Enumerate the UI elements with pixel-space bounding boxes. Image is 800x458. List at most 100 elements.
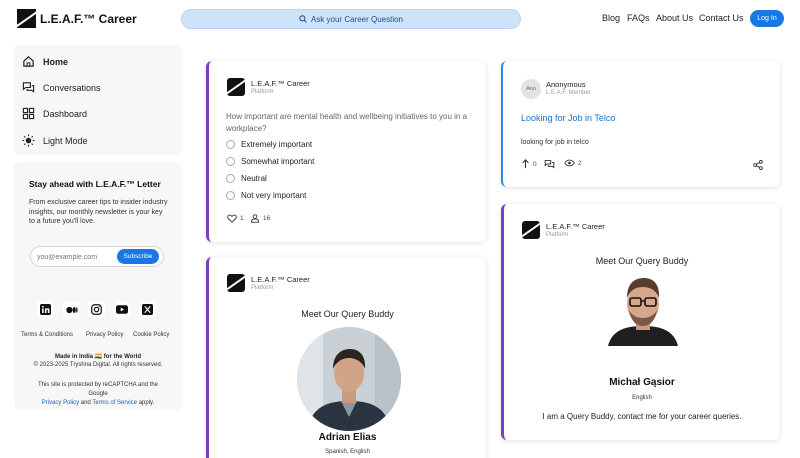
dashboard-icon — [22, 107, 35, 120]
buddy-photo — [297, 327, 401, 431]
chat-icon — [22, 82, 35, 93]
share-icon — [753, 160, 763, 170]
sidebar-item-label: Dashboard — [43, 108, 88, 119]
poll-card[interactable]: L.E.A.F.™ Career Platform How important … — [206, 61, 486, 242]
author-name[interactable]: L.E.A.F.™ Career — [546, 222, 605, 231]
terms-link[interactable]: Terms & Conditions — [21, 332, 73, 338]
nav-about-us[interactable]: About Us — [656, 13, 693, 23]
post-body: looking for job in telco — [521, 139, 589, 146]
recaptcha-privacy-link[interactable]: Privacy Policy — [42, 400, 79, 406]
sidebar-item-label: Light Mode — [43, 135, 88, 146]
linkedin-link[interactable] — [37, 301, 54, 318]
author-role: Platform — [546, 232, 569, 238]
voter-count: 16 — [263, 215, 271, 222]
poll-option[interactable]: Extremely important — [226, 140, 312, 149]
like-button[interactable]: 1 — [227, 214, 244, 223]
post-title[interactable]: Looking for Job in Telco — [521, 113, 615, 123]
author-name: Anonymous — [546, 80, 586, 89]
query-buddy-card[interactable]: L.E.A.F.™ Career Platform Meet Our Query… — [501, 204, 780, 440]
privacy-policy-link[interactable]: Privacy Policy — [86, 332, 123, 338]
linkedin-icon — [40, 304, 51, 315]
search-icon — [299, 15, 307, 23]
medium-link[interactable] — [63, 301, 80, 318]
sun-icon — [22, 134, 35, 147]
like-count: 1 — [240, 215, 244, 222]
author-role: Platform — [251, 285, 274, 291]
logo-text: L.E.A.F.™ Career — [40, 11, 137, 26]
poll-option-label: Neutral — [241, 174, 267, 183]
author-avatar — [227, 78, 245, 96]
buddy-name: Adrian Elias — [318, 432, 377, 443]
nav-blog[interactable]: Blog — [602, 13, 620, 23]
medium-icon — [65, 306, 77, 313]
youtube-icon — [115, 305, 128, 314]
poll-option[interactable]: Neutral — [226, 174, 267, 183]
poll-question: How important are mental health and well… — [226, 112, 468, 133]
instagram-link[interactable] — [88, 301, 105, 318]
nav-contact-us[interactable]: Contact Us — [699, 13, 744, 23]
poll-option[interactable]: Somewhat important — [226, 157, 314, 166]
recaptcha-and-text: and — [80, 400, 91, 406]
buddy-heading: Meet Our Query Buddy — [595, 256, 689, 266]
anonymous-avatar: Ano — [521, 79, 541, 99]
poll-option-label: Not very important — [241, 191, 307, 200]
upvote-button[interactable]: 0 — [521, 159, 537, 169]
buddy-languages: Spanish, English — [325, 449, 370, 455]
author-name[interactable]: L.E.A.F.™ Career — [251, 275, 310, 284]
buddy-name: Michał Gąsior — [609, 377, 675, 388]
poll-option-label: Extremely important — [241, 140, 313, 149]
recaptcha-tos-link[interactable]: Terms of Service — [92, 400, 137, 406]
recaptcha-text: This site is protected by reCAPTCHA and … — [37, 382, 159, 388]
nav-faqs[interactable]: FAQs — [627, 13, 650, 23]
recaptcha-apply-text: apply. — [138, 400, 155, 406]
ask-question-button[interactable]: Ask your Career Question — [181, 9, 521, 29]
share-button[interactable] — [753, 160, 766, 170]
radio-button[interactable] — [226, 140, 235, 149]
login-button[interactable]: Log In — [750, 10, 784, 27]
newsletter-description: From exclusive career tips to insider in… — [29, 199, 168, 225]
sidebar-item-dashboard[interactable]: Dashboard — [22, 107, 87, 120]
made-in-india-text: Made in India 🇮🇳 for the World — [54, 354, 142, 360]
newsletter-form: Subscribe — [30, 246, 164, 267]
author-role: L.E.A.F. Member — [546, 90, 591, 96]
author-role: Platform — [251, 89, 274, 95]
poll-option-label: Somewhat important — [241, 157, 315, 166]
heart-icon — [227, 214, 237, 223]
cookie-policy-link[interactable]: Cookie Policy — [133, 332, 169, 338]
site-logo[interactable]: L.E.A.F.™ Career — [17, 9, 137, 28]
view-count: 2 — [578, 159, 582, 167]
upvote-count: 0 — [533, 160, 537, 168]
views-stat: 2 — [564, 159, 582, 167]
buddy-heading: Meet Our Query Buddy — [301, 309, 394, 319]
home-icon — [23, 56, 34, 67]
subscribe-button[interactable]: Subscribe — [117, 249, 159, 264]
poll-option[interactable]: Not very important — [226, 191, 306, 200]
sidebar-item-light-mode[interactable]: Light Mode — [22, 134, 88, 147]
top-header: L.E.A.F.™ Career Ask your Career Questio… — [0, 0, 800, 36]
question-card[interactable]: Ano Anonymous L.E.A.F. Member Looking fo… — [501, 61, 780, 187]
author-name[interactable]: L.E.A.F.™ Career — [251, 79, 310, 88]
eye-icon — [564, 159, 575, 167]
instagram-icon — [91, 304, 102, 315]
radio-button[interactable] — [226, 191, 235, 200]
sidebar-item-conversations[interactable]: Conversations — [22, 81, 101, 94]
recaptcha-links: Privacy Policy and Terms of Service appl… — [14, 400, 182, 406]
x-link[interactable] — [139, 301, 156, 318]
sidebar-item-home[interactable]: Home — [22, 55, 68, 68]
users-icon — [250, 214, 260, 223]
buddy-portrait-image — [606, 272, 680, 346]
email-input[interactable] — [37, 251, 117, 263]
query-buddy-card[interactable]: L.E.A.F.™ Career Platform Meet Our Query… — [206, 257, 486, 458]
author-avatar — [227, 274, 245, 292]
sidebar-item-label: Home — [43, 56, 69, 67]
buddy-portrait-image — [297, 327, 401, 431]
buddy-languages: English — [632, 395, 652, 401]
copyright-text: © 2023-2025 Tryshna Digital. All rights … — [33, 362, 163, 368]
ask-question-label: Ask your Career Question — [310, 14, 404, 24]
youtube-link[interactable] — [113, 301, 130, 318]
logo-mark-icon — [17, 9, 36, 28]
radio-button[interactable] — [226, 174, 235, 183]
sidebar-item-label: Conversations — [43, 82, 101, 93]
comment-button[interactable] — [544, 159, 558, 169]
radio-button[interactable] — [226, 157, 235, 166]
